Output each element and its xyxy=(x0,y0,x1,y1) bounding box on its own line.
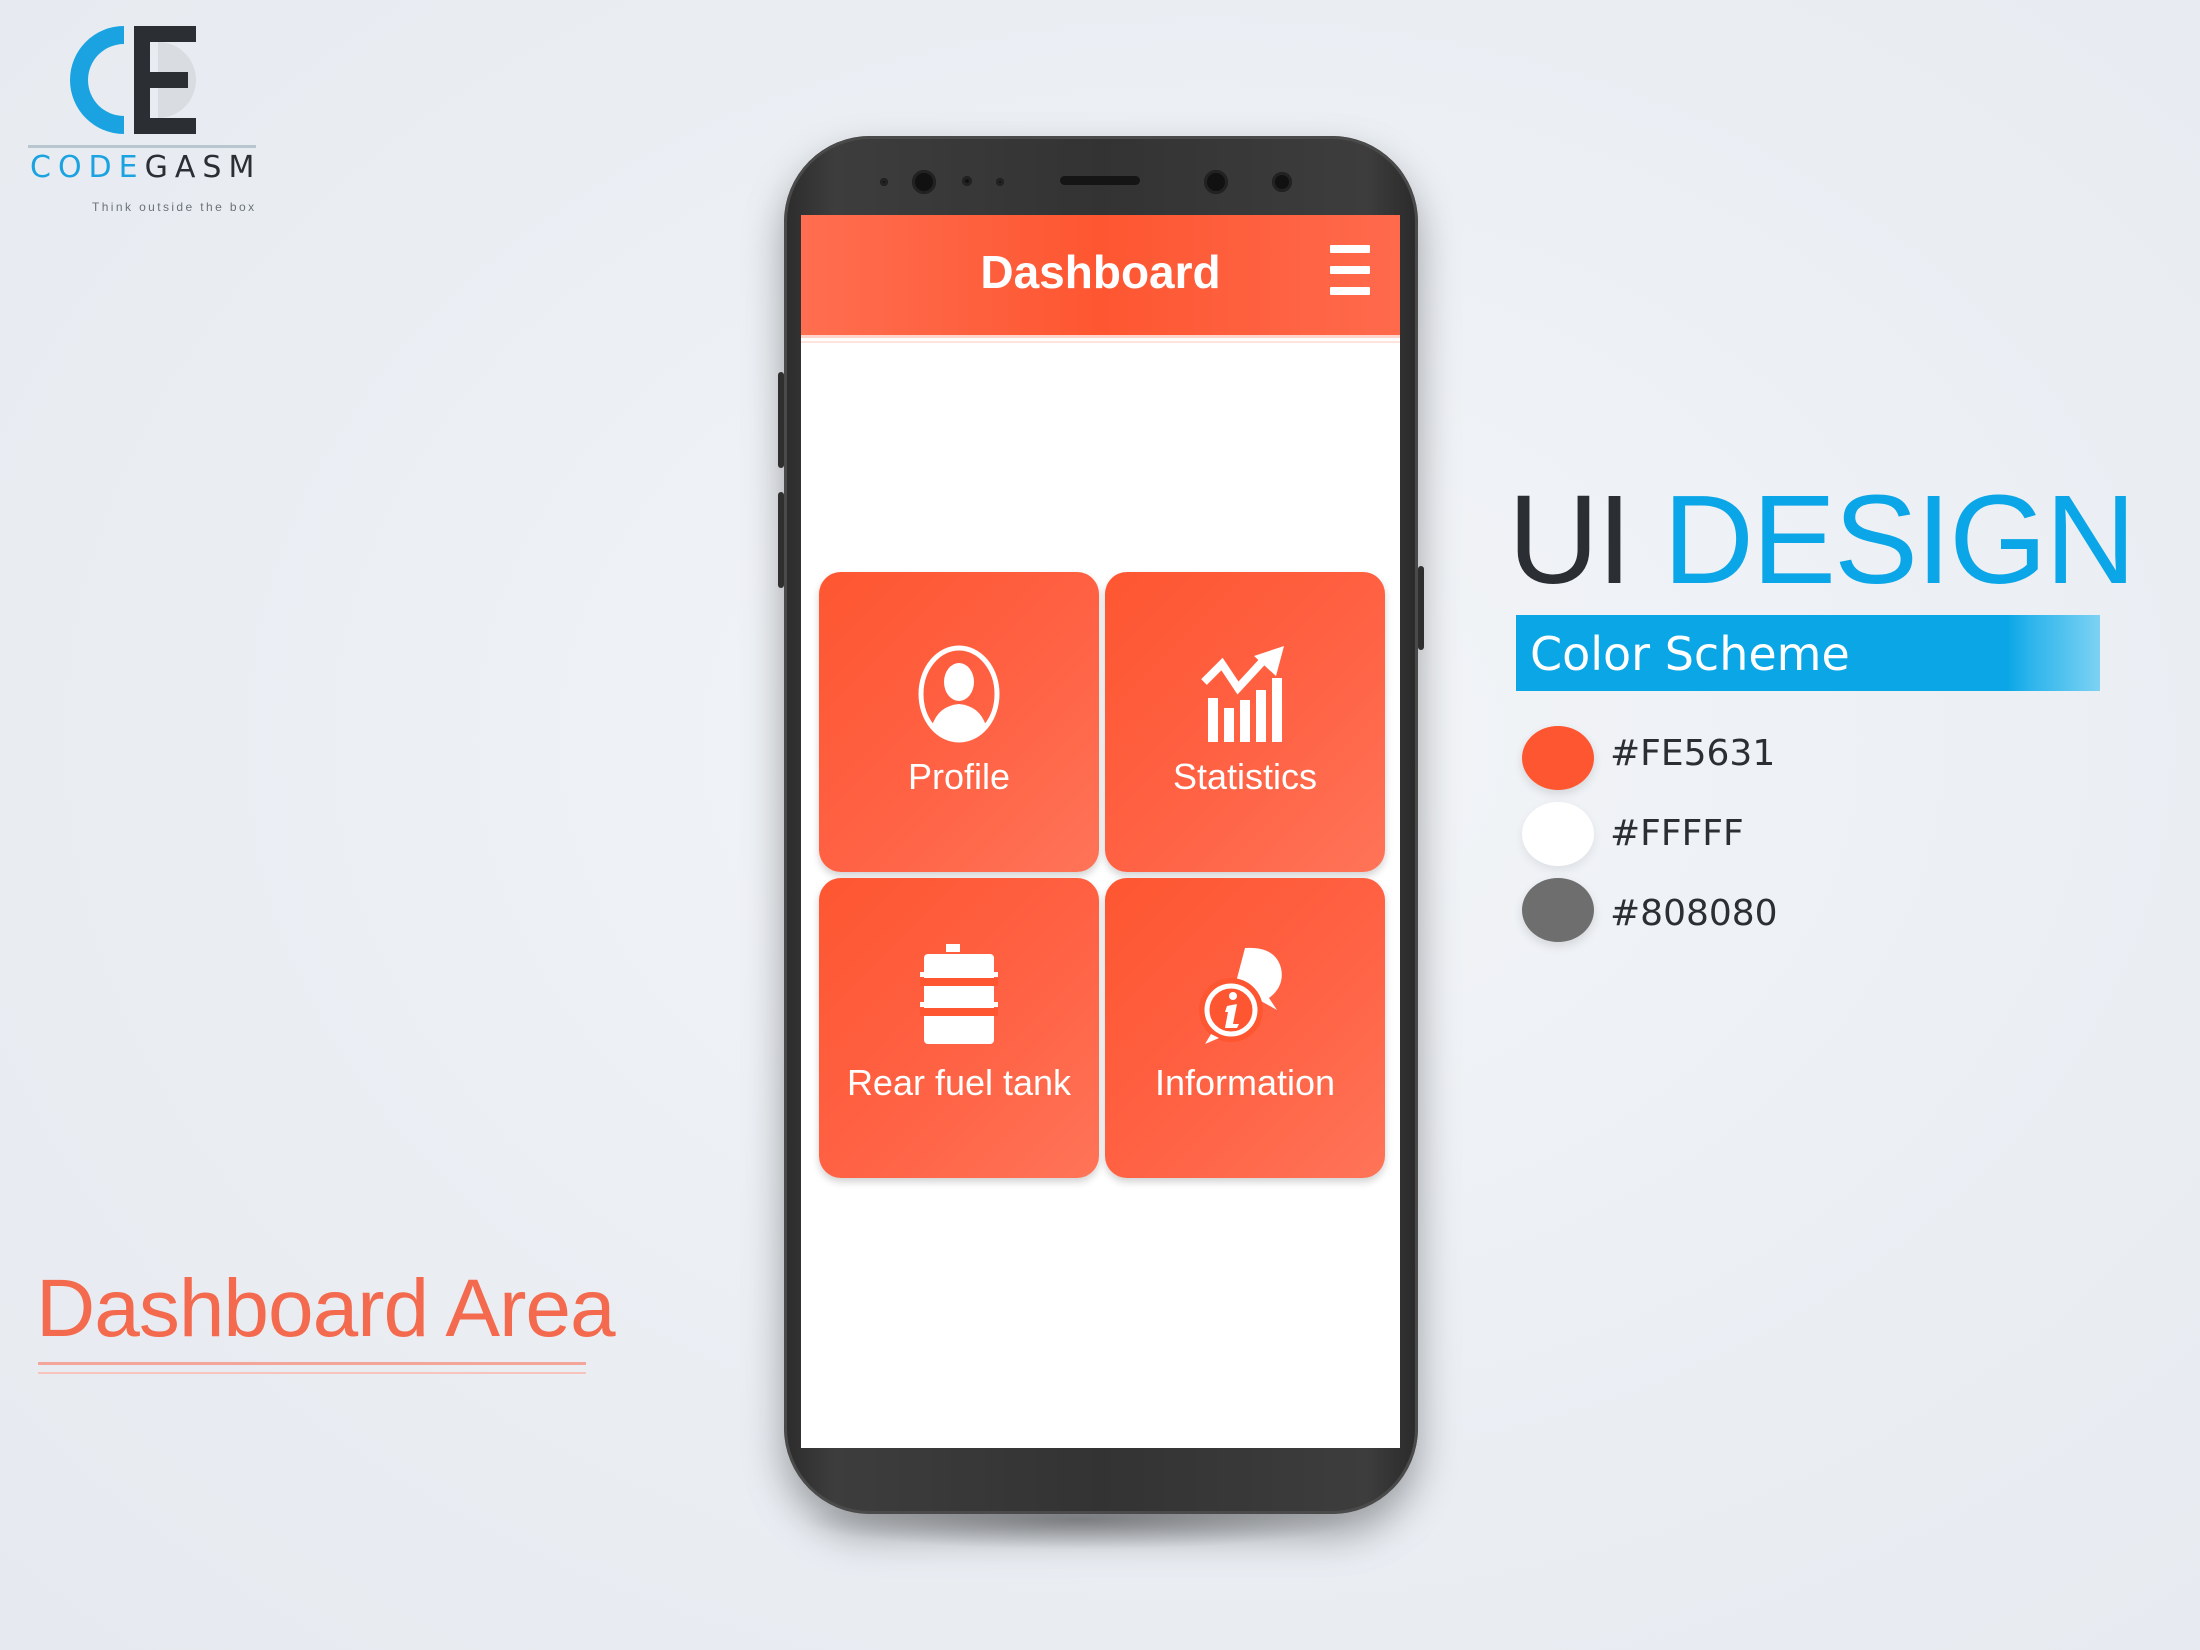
ce-monogram-icon xyxy=(70,26,196,134)
swatch-primary-hex: #FE5631 xyxy=(1610,733,1776,774)
sensor-dot-icon xyxy=(880,178,888,186)
volume-up-button xyxy=(778,372,784,468)
app-title: Dashboard xyxy=(980,246,1221,298)
statistics-tile[interactable]: Statistics xyxy=(1105,572,1385,872)
heading-bold-word: DESIGN xyxy=(1663,469,2136,610)
caption-underline-secondary xyxy=(38,1372,586,1374)
header-divider xyxy=(801,335,1400,338)
bar-chart-trend-icon xyxy=(1201,646,1284,742)
fuel-barrel-icon xyxy=(920,944,998,1044)
info-chat-icon xyxy=(1199,947,1282,1044)
tile-label: Rear fuel tank xyxy=(846,1062,1072,1103)
swatch-white-hex: #FFFFF xyxy=(1610,813,1744,854)
rear-fuel-tank-tile[interactable]: Rear fuel tank xyxy=(819,878,1099,1178)
sensor-dot-icon xyxy=(962,176,972,186)
swatch-primary xyxy=(1522,726,1594,790)
hamburger-menu-icon[interactable] xyxy=(1330,245,1370,297)
caption-underline xyxy=(38,1362,586,1365)
information-tile[interactable]: Information xyxy=(1105,878,1385,1178)
phone-mockup: Dashboard Profile Statistics Rear fuel t… xyxy=(778,136,1424,1514)
swatch-gray xyxy=(1522,878,1594,942)
heading-light-word: UI xyxy=(1508,469,1632,610)
brand-wordmark: CODEGASM xyxy=(30,150,262,185)
brand-logo: CODEGASM Think outside the box xyxy=(28,20,262,214)
sensor-dot-icon xyxy=(996,178,1004,186)
dashboard-area-caption: Dashboard Area xyxy=(36,1263,616,1354)
swatch-gray-hex: #808080 xyxy=(1610,893,1778,934)
ui-design-heading: UI DESIGN xyxy=(1508,475,2136,605)
proximity-sensor-icon xyxy=(1272,172,1292,192)
logo-divider xyxy=(28,145,256,148)
color-scheme-banner: Color Scheme xyxy=(1516,615,2100,691)
presentation-canvas: CODEGASM Think outside the box Dashboard… xyxy=(0,0,2200,1650)
power-button xyxy=(1418,566,1424,650)
color-scheme-label: Color Scheme xyxy=(1530,627,1850,681)
front-camera-icon xyxy=(912,170,936,194)
iris-scanner-icon xyxy=(1204,170,1228,194)
tile-label: Profile xyxy=(907,756,1011,797)
profile-tile[interactable]: Profile xyxy=(819,572,1099,872)
tile-label: Information xyxy=(1154,1062,1336,1103)
swatch-white xyxy=(1522,802,1594,866)
app-header: Dashboard xyxy=(801,215,1400,335)
volume-down-button xyxy=(778,492,784,588)
earpiece-speaker xyxy=(1060,176,1140,185)
tile-label: Statistics xyxy=(1172,756,1318,797)
header-divider-secondary xyxy=(801,341,1400,343)
user-icon xyxy=(918,645,1000,743)
app-screen: Dashboard Profile Statistics Rear fuel t… xyxy=(801,215,1400,1448)
brand-tagline: Think outside the box xyxy=(92,200,257,214)
